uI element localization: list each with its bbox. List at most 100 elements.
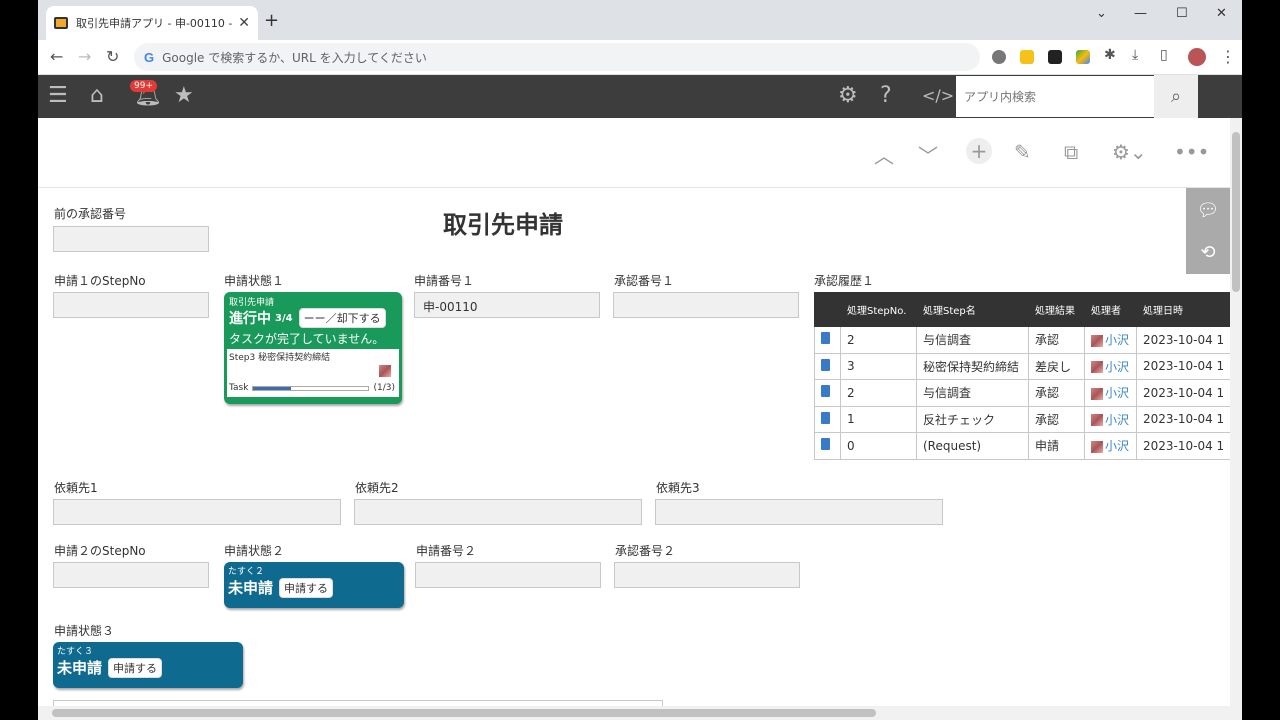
apply-button-2[interactable]: 申請する [279,577,334,598]
approval1-field [613,292,799,318]
history-cell: 申請 [1028,432,1085,460]
history-user-cell: 小沢 [1084,405,1137,433]
appno2-label: 申請番号２ [416,544,477,558]
user-link[interactable]: 小沢 [1105,439,1129,453]
favorites-star-icon[interactable]: ★ [174,83,194,109]
side-panel-icon[interactable]: ▯ [1160,47,1168,63]
history-row: 0 (Request) 申請 小沢 2023-10-04 1 [814,432,1232,460]
next-record-icon[interactable]: ﹀ [918,140,938,169]
stepno2-field [53,562,209,588]
profile-avatar[interactable] [1188,48,1206,66]
history-cell: 秘密保持契約締結 [916,352,1029,380]
history-icon[interactable]: ⟲ [1186,230,1230,274]
card1-task-panel: Step3 秘密保持契約締結 Task (1/3) [227,349,399,397]
card3-sub: たすく３ [57,647,94,657]
user-link[interactable]: 小沢 [1105,333,1129,347]
history-user-cell: 小沢 [1084,379,1137,407]
card1-message: タスクが完了していません。 [229,332,385,346]
card2-state: 未申請 [228,579,274,597]
history-cell: 差戻し [1028,352,1085,380]
browser-menu-icon[interactable]: ⋮ [1220,47,1236,66]
tab-search-chevron-icon[interactable]: ⌄ [1096,6,1107,21]
reject-button[interactable]: ーー／却下する [298,308,386,328]
app-search-box: ⌕ [955,75,1199,118]
extensions-puzzle-icon[interactable]: ✱ [1104,47,1116,63]
history-cell: 1 [840,405,917,433]
omnibox[interactable]: G Google で検索するか、URL を入力してください [134,43,980,71]
vertical-scroll-thumb[interactable] [1232,132,1240,292]
history-cell: 承認 [1028,405,1085,433]
card1-state: 進行中 [229,311,271,327]
search-icon[interactable]: ⌕ [1154,75,1198,118]
status-card-3: たすく３ 未申請 申請する [53,642,243,688]
horizontal-scroll-thumb[interactable] [52,709,876,717]
add-record-icon[interactable]: + [966,138,992,164]
horizontal-scrollbar[interactable] [38,706,1230,720]
user-link[interactable]: 小沢 [1105,413,1129,427]
user-link[interactable]: 小沢 [1105,386,1129,400]
history-cell: 0 [840,432,917,460]
history-cell: 2023-10-04 1 [1135,352,1232,380]
document-icon[interactable] [821,411,830,424]
more-options-icon[interactable]: ••• [1174,140,1209,164]
comment-icon[interactable]: 💬︎ [1186,188,1230,232]
apply-button-3[interactable]: 申請する [108,657,163,678]
reload-icon[interactable]: ↻ [106,47,119,66]
extension-icon-3[interactable] [1048,50,1062,64]
extension-icon-1[interactable] [992,50,1006,64]
task-count: (1/3) [373,383,395,393]
window-close-icon[interactable]: ✕ [1216,6,1227,21]
duplicate-icon[interactable]: ⧉ [1064,140,1078,164]
record-settings-icon[interactable]: ⚙⌄ [1112,140,1147,164]
drive-icon[interactable] [1076,50,1090,64]
vertical-scrollbar[interactable] [1230,118,1242,720]
assignee-avatar [379,365,391,377]
history-cell: 2023-10-04 1 [1135,432,1232,460]
app-favicon-icon [54,17,68,29]
new-tab-icon[interactable]: + [264,10,279,31]
user-avatar [1091,414,1103,427]
appno2-field [415,562,601,588]
status-card-2: たすく２ 未申請 申請する [224,562,404,608]
extension-icon-2[interactable] [1020,50,1034,64]
history-row: 1 反社チェック 承認 小沢 2023-10-04 1 [814,405,1232,433]
document-icon[interactable] [821,332,830,345]
dest1-label: 依頼先1 [54,481,98,495]
history-header-cell: 処理StepNo. [840,292,917,327]
help-icon[interactable]: ? [880,83,892,109]
forward-icon[interactable]: → [78,47,91,66]
document-icon[interactable] [821,358,830,371]
maximize-icon[interactable]: ☐ [1176,6,1188,21]
stepno2-label: 申請２のStepNo [54,544,146,558]
card1-step: 3/4 [275,312,293,324]
approval2-field [614,562,800,588]
task-progress-bar [252,385,370,391]
home-icon[interactable]: ⌂ [90,83,104,109]
document-icon[interactable] [821,438,830,451]
history-cell: 反社チェック [916,405,1029,433]
history-cell: (Request) [916,432,1029,460]
app-toolbar: ☰ ⌂ 🔔︎ 99+ ★ ⚙ ? </> ⌕ [38,75,1242,118]
document-icon[interactable] [821,385,830,398]
dest1-field [53,499,341,525]
download-icon[interactable]: ⤓ [1132,47,1138,63]
api-code-icon[interactable]: </> [922,83,954,109]
app-search-input[interactable] [956,89,1154,104]
prev-approval-field [53,226,209,252]
minimize-icon[interactable]: — [1134,6,1147,21]
status-card-1: 取引先申請 進行中 3/4 ーー／却下する タスクが完了していません。 Step… [224,292,402,404]
appno1-label: 申請番号１ [414,274,475,288]
back-icon[interactable]: ← [50,47,63,66]
settings-gear-icon[interactable]: ⚙ [838,83,858,109]
dest3-label: 依頼先3 [656,481,700,495]
history-cell: 3 [840,352,917,380]
hamburger-menu-icon[interactable]: ☰ [48,83,68,109]
previous-record-icon[interactable]: ︿ [874,140,894,169]
tab-close-icon[interactable]: ✕ [238,15,250,31]
history-detail-cell [814,352,841,380]
form-title: 取引先申請 [443,211,563,239]
edit-icon[interactable]: ✎ [1014,140,1031,164]
user-link[interactable]: 小沢 [1105,360,1129,374]
history-user-cell: 小沢 [1084,432,1137,460]
browser-tab[interactable]: 取引先申請アプリ - 申-00110 - レ ✕ [46,6,258,40]
